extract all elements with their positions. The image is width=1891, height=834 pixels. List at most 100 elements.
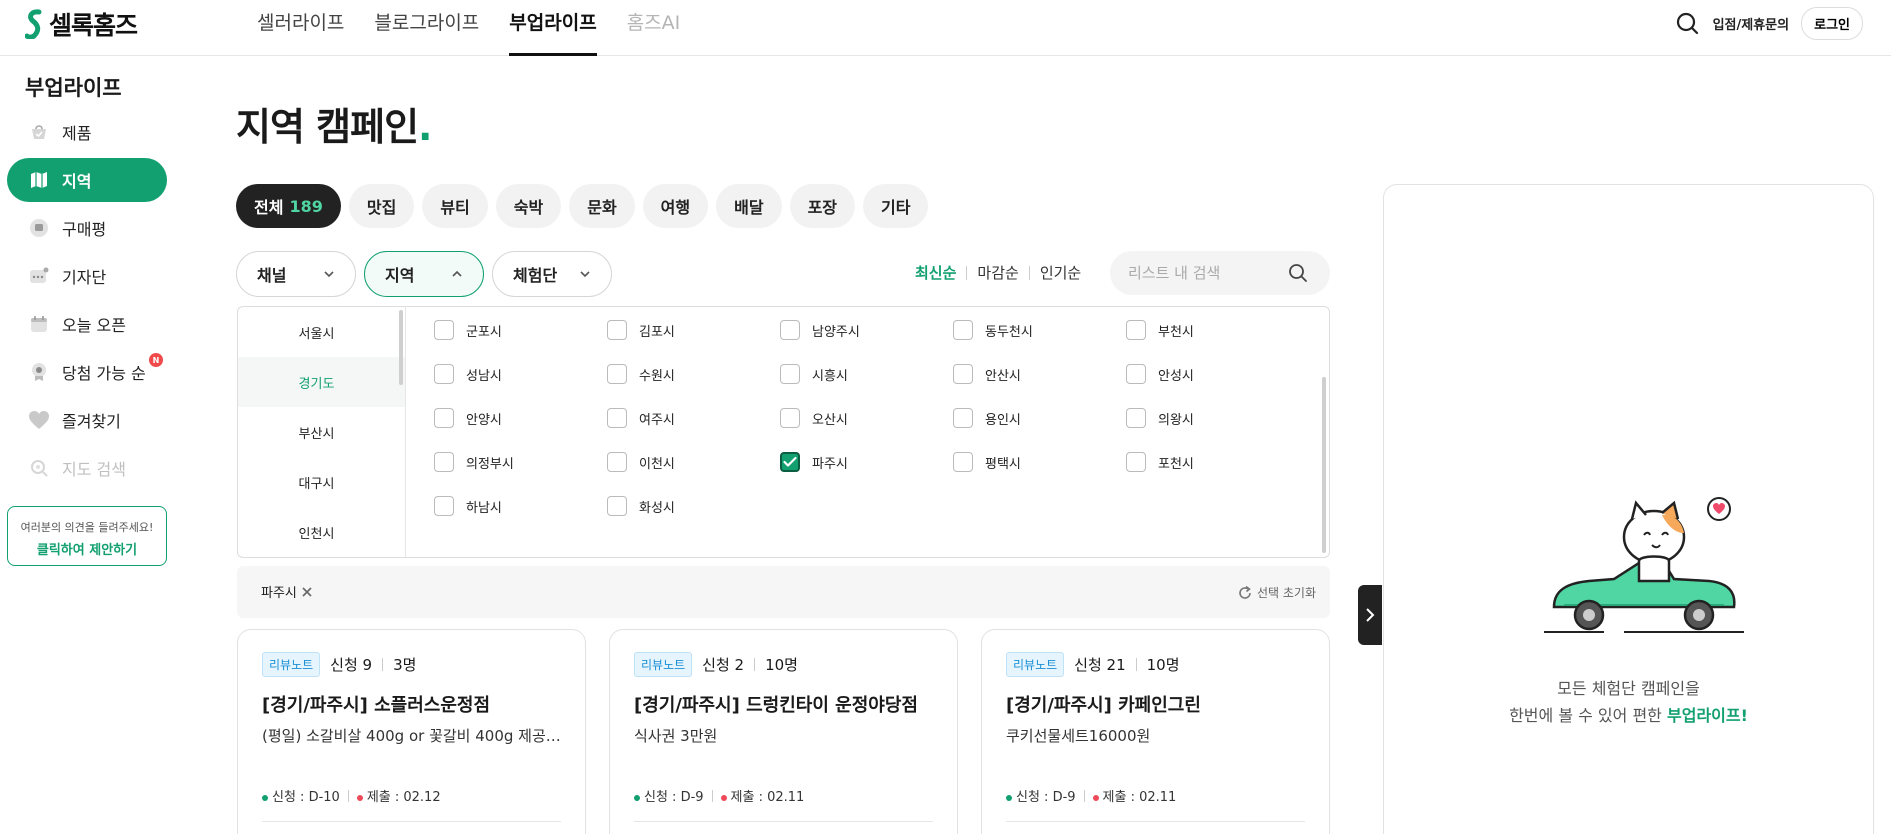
checkbox[interactable]: [607, 452, 627, 472]
region-item-seoul[interactable]: 서울시: [238, 307, 405, 357]
campaign-card[interactable]: 리뷰노트 신청 21 10명 [경기/파주시] 카페인그린 쿠키선물세트1600…: [981, 629, 1330, 834]
city-option[interactable]: 성남시: [434, 363, 607, 385]
nav-side-job-life[interactable]: 부업라이프: [509, 0, 598, 56]
city-option[interactable]: 시흥시: [780, 363, 953, 385]
city-option[interactable]: 수원시: [607, 363, 780, 385]
close-icon[interactable]: [301, 586, 313, 598]
checkbox[interactable]: [607, 496, 627, 516]
checkbox[interactable]: [434, 408, 454, 428]
nav-holmes-ai[interactable]: 홈즈AI: [627, 0, 681, 56]
checkbox[interactable]: [953, 364, 973, 384]
city-option[interactable]: 의왕시: [1126, 407, 1299, 429]
checkbox[interactable]: [780, 320, 800, 340]
region-scrollbar[interactable]: [399, 310, 403, 385]
city-option[interactable]: 안산시: [953, 363, 1126, 385]
checkbox[interactable]: [434, 320, 454, 340]
chip-lodging[interactable]: 숙박: [495, 184, 562, 228]
city-option[interactable]: 여주시: [607, 407, 780, 429]
card-title[interactable]: [경기/파주시] 드렁킨타이 운정야당점: [634, 691, 933, 717]
checkbox-checked[interactable]: [780, 452, 800, 472]
checkbox[interactable]: [607, 408, 627, 428]
promo-text-line1: 모든 체험단 캠페인을: [1557, 679, 1700, 698]
sort-deadline[interactable]: 마감순: [977, 262, 1018, 283]
sidebar-item-region[interactable]: 지역: [7, 158, 167, 202]
chip-all[interactable]: 전체 189: [236, 184, 341, 228]
search-icon[interactable]: [1288, 263, 1308, 283]
sidebar-item-purchase-review[interactable]: 구매평: [7, 206, 167, 250]
logo[interactable]: 셀록홈즈: [25, 6, 138, 42]
reset-selection-button[interactable]: 선택 초기화: [1237, 584, 1316, 601]
region-item-busan[interactable]: 부산시: [238, 407, 405, 457]
checkbox[interactable]: [780, 364, 800, 384]
login-button[interactable]: 로그인: [1801, 7, 1863, 40]
city-option[interactable]: 남양주시: [780, 319, 953, 341]
checkbox[interactable]: [434, 496, 454, 516]
list-search-input[interactable]: [1128, 264, 1288, 282]
city-option[interactable]: 화성시: [607, 495, 780, 517]
city-option[interactable]: 군포시: [434, 319, 607, 341]
checkbox[interactable]: [953, 408, 973, 428]
city-option[interactable]: 안양시: [434, 407, 607, 429]
sort-latest[interactable]: 최신순: [915, 262, 956, 283]
card-title[interactable]: [경기/파주시] 카페인그린: [1006, 691, 1305, 717]
checkbox[interactable]: [607, 320, 627, 340]
suggestion-link[interactable]: 클릭하여 제안하기: [8, 539, 166, 558]
nav-seller-life[interactable]: 셀러라이프: [257, 0, 344, 56]
chip-travel[interactable]: 여행: [642, 184, 709, 228]
experience-filter[interactable]: 체험단: [492, 251, 612, 297]
sidebar-item-map-search[interactable]: 지도 검색: [7, 446, 167, 490]
suggestion-box[interactable]: 여러분의 의견을 들려주세요! 클릭하여 제안하기: [7, 506, 167, 566]
checkbox[interactable]: [1126, 364, 1146, 384]
checkbox[interactable]: [434, 452, 454, 472]
checkbox[interactable]: [1126, 452, 1146, 472]
campaign-card[interactable]: 리뷰노트 신청 2 10명 [경기/파주시] 드렁킨타이 운정야당점 식사권 3…: [609, 629, 958, 834]
applicant-count: 신청 2: [702, 656, 745, 674]
city-option[interactable]: 이천시: [607, 451, 780, 473]
city-option[interactable]: 포천시: [1126, 451, 1299, 473]
city-scrollbar[interactable]: [1322, 377, 1326, 553]
channel-filter[interactable]: 채널: [236, 251, 356, 297]
city-option[interactable]: 안성시: [1126, 363, 1299, 385]
selected-tag[interactable]: 파주시: [261, 582, 313, 601]
city-option[interactable]: 동두천시: [953, 319, 1126, 341]
city-option[interactable]: 김포시: [607, 319, 780, 341]
card-title[interactable]: [경기/파주시] 소플러스운정점: [262, 691, 561, 717]
checkbox[interactable]: [1126, 408, 1146, 428]
filter-dropdowns: 채널 지역 체험단: [236, 251, 612, 297]
region-item-daegu[interactable]: 대구시: [238, 457, 405, 507]
sidebar-item-favorites[interactable]: 즐겨찾기: [7, 398, 167, 442]
chip-delivery[interactable]: 배달: [716, 184, 782, 228]
city-option[interactable]: 하남시: [434, 495, 607, 517]
checkbox[interactable]: [434, 364, 454, 384]
campaign-card[interactable]: 리뷰노트 신청 9 3명 [경기/파주시] 소플러스운정점 (평일) 소갈비살 …: [237, 629, 586, 834]
sort-popular[interactable]: 인기순: [1040, 262, 1081, 283]
checkbox[interactable]: [780, 408, 800, 428]
checkbox[interactable]: [953, 452, 973, 472]
city-option[interactable]: 부천시: [1126, 319, 1299, 341]
checkbox[interactable]: [607, 364, 627, 384]
chip-etc[interactable]: 기타: [863, 184, 929, 228]
chip-restaurant[interactable]: 맛집: [348, 184, 415, 228]
nav-blog-life[interactable]: 블로그라이프: [374, 0, 479, 56]
city-option[interactable]: 평택시: [953, 451, 1126, 473]
sidebar-item-product[interactable]: 제품: [7, 110, 167, 154]
region-filter[interactable]: 지역: [364, 251, 484, 297]
partner-inquiry-link[interactable]: 입점/제휴문의: [1713, 14, 1790, 33]
city-option[interactable]: 의정부시: [434, 451, 607, 473]
chip-culture[interactable]: 문화: [569, 184, 635, 228]
region-item-incheon[interactable]: 인천시: [238, 507, 405, 557]
chevron-right-icon: [1366, 608, 1375, 622]
panel-toggle-button[interactable]: [1358, 585, 1382, 645]
sidebar-item-today-open[interactable]: 오늘 오픈: [7, 302, 167, 346]
search-icon[interactable]: [1675, 11, 1701, 37]
checkbox[interactable]: [953, 320, 973, 340]
city-option[interactable]: 오산시: [780, 407, 953, 429]
chip-beauty[interactable]: 뷰티: [422, 184, 488, 228]
sidebar-item-win-chance[interactable]: 당첨 가능 순 N: [7, 350, 167, 394]
city-option[interactable]: 용인시: [953, 407, 1126, 429]
region-item-gyeonggi[interactable]: 경기도: [238, 357, 405, 407]
city-option-checked[interactable]: 파주시: [780, 451, 953, 473]
sidebar-item-reporters[interactable]: 기자단: [7, 254, 167, 298]
checkbox[interactable]: [1126, 320, 1146, 340]
chip-takeout[interactable]: 포장: [789, 184, 856, 228]
